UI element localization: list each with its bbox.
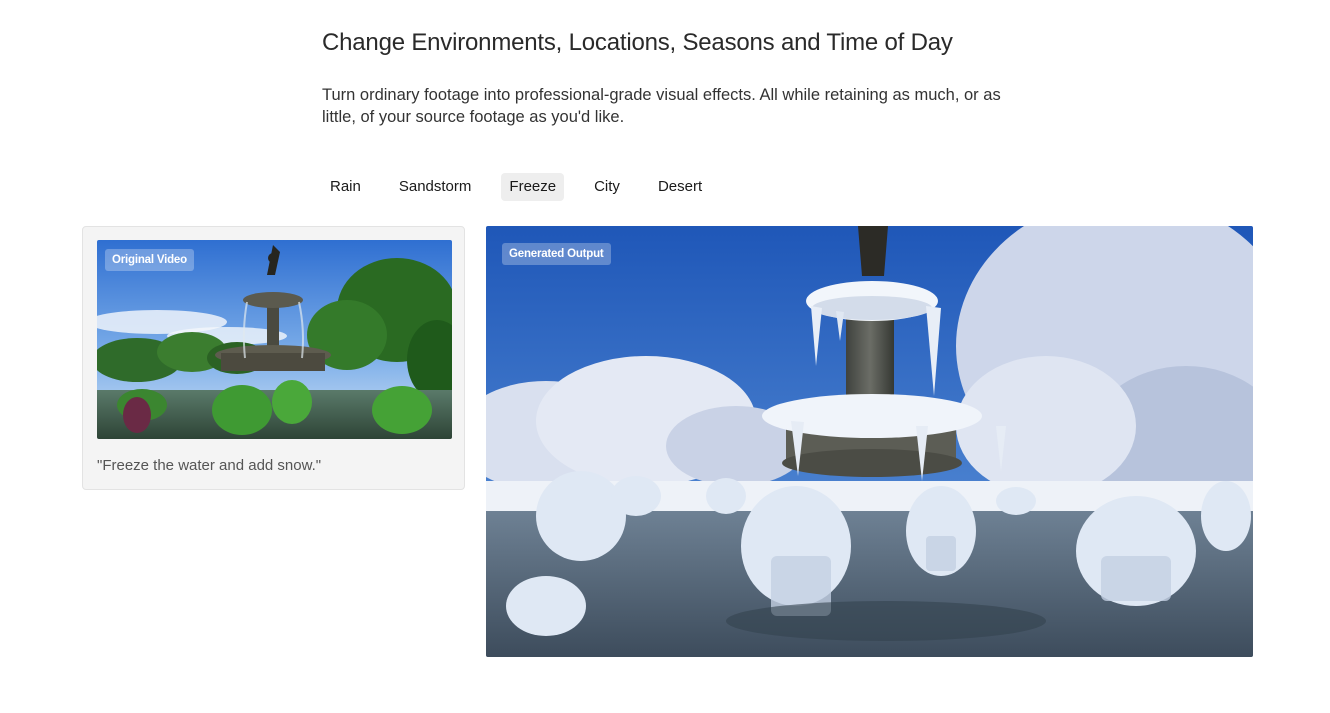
section-heading: Change Environments, Locations, Seasons … (322, 29, 953, 56)
original-video-badge: Original Video (105, 249, 194, 271)
tab-freeze[interactable]: Freeze (501, 173, 565, 201)
tab-sandstorm[interactable]: Sandstorm (391, 173, 480, 201)
generated-output-badge: Generated Output (502, 243, 611, 265)
original-video-card: Original Video "Freeze the water and add… (82, 226, 465, 490)
original-video-player[interactable]: Original Video (97, 240, 452, 439)
generated-output-frame-image (486, 226, 1253, 657)
tab-rain[interactable]: Rain (322, 173, 369, 201)
prompt-text: "Freeze the water and add snow." (97, 457, 322, 474)
tab-city[interactable]: City (586, 173, 628, 201)
effect-tabs: Rain Sandstorm Freeze City Desert (322, 173, 732, 201)
tab-desert[interactable]: Desert (650, 173, 710, 201)
page: Change Environments, Locations, Seasons … (0, 0, 1330, 713)
generated-output-player[interactable]: Generated Output (486, 226, 1253, 657)
section-description: Turn ordinary footage into professional-… (322, 86, 1001, 126)
